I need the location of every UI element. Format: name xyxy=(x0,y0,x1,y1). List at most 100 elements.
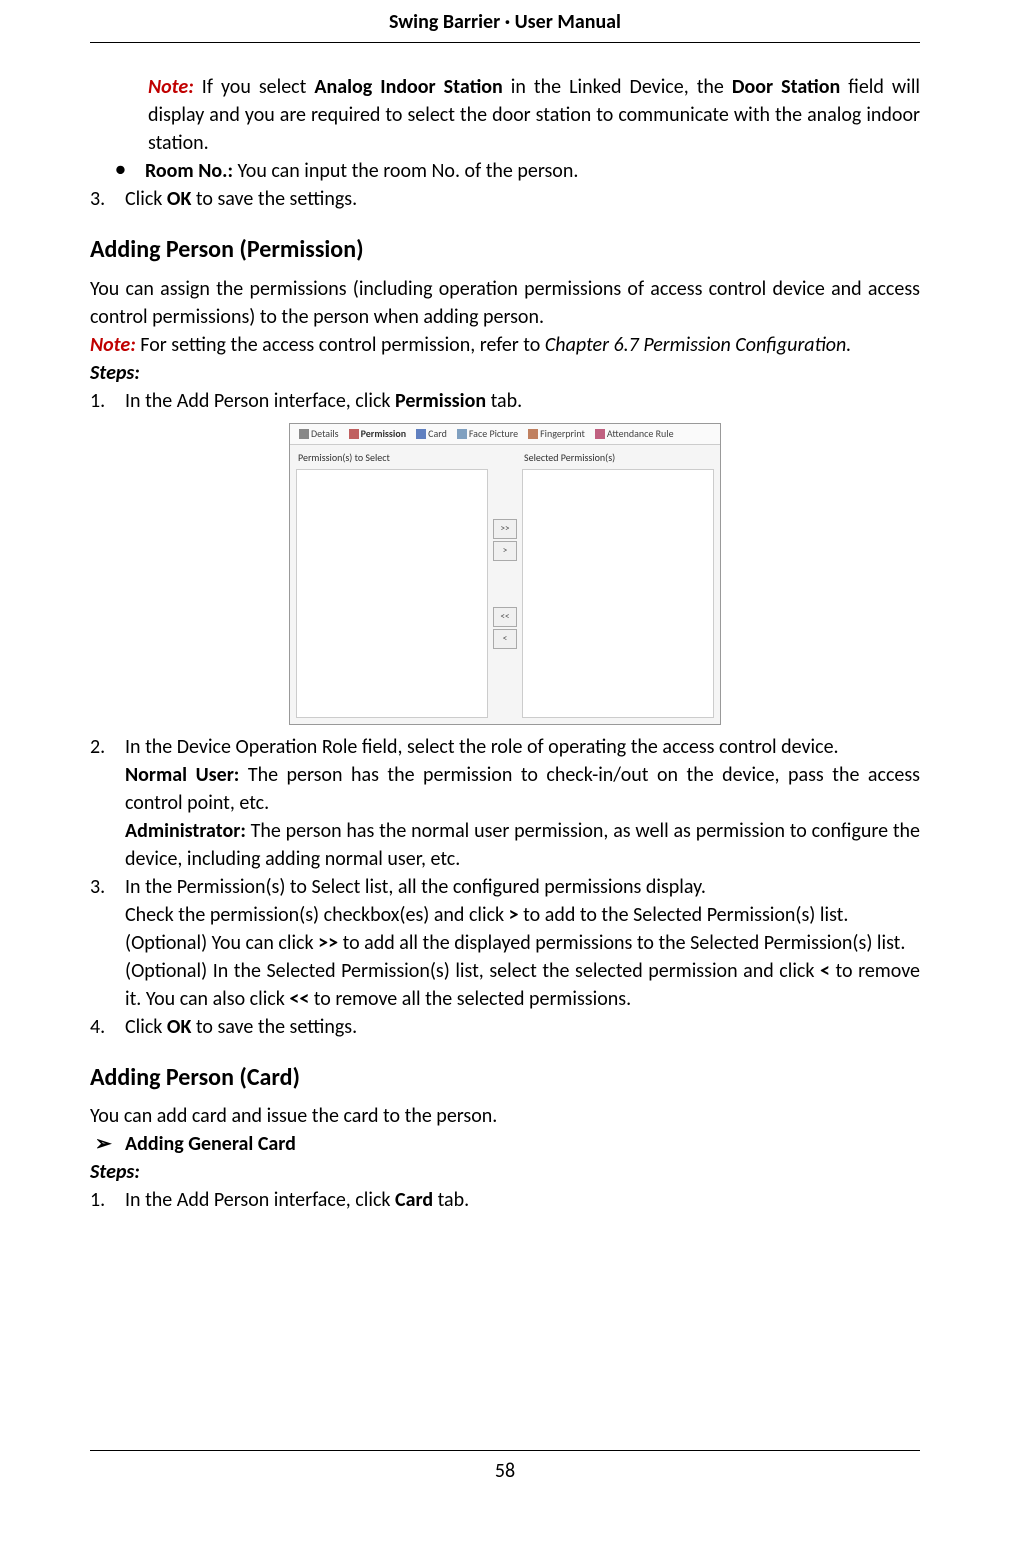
sub-heading-general-card: Adding General Card xyxy=(90,1130,920,1158)
tab-label: Face Picture xyxy=(469,427,518,441)
room-no-label: Room No.: xyxy=(145,159,233,183)
perm-step-3: 3. In the Permission(s) to Select list, … xyxy=(90,873,920,901)
ui-tabs: Details Permission Card Face Picture Fin… xyxy=(290,424,720,445)
card-intro: You can add card and issue the card to t… xyxy=(90,1102,920,1130)
tab-details[interactable]: Details xyxy=(294,427,344,441)
text: Check the permission(s) checkbox(es) and… xyxy=(125,903,509,927)
steps-label: Steps: xyxy=(90,359,920,387)
text: tab. xyxy=(433,1188,469,1212)
tab-permission[interactable]: Permission xyxy=(344,427,412,441)
steps-label: Steps: xyxy=(90,1158,920,1186)
perm-step-3-line4: (Optional) In the Selected Permission(s)… xyxy=(125,957,920,1013)
left-label: Permission(s) to Select xyxy=(294,449,490,467)
heading-card: Adding Person (Card) xyxy=(90,1061,920,1095)
text: to add to the Selected Permission(s) lis… xyxy=(519,903,849,927)
text: tab. xyxy=(486,389,522,413)
text: to remove all the selected permissions. xyxy=(309,987,631,1011)
move-all-left-button[interactable]: << xyxy=(493,607,517,627)
note-label: Note: xyxy=(90,333,136,357)
text-bold: < xyxy=(820,959,830,983)
text: In the Device Operation Role field, sele… xyxy=(125,735,839,759)
perm-note: Note: For setting the access control per… xyxy=(90,331,920,359)
step-number: 3. xyxy=(90,185,105,213)
face-icon xyxy=(457,429,467,439)
tab-fingerprint[interactable]: Fingerprint xyxy=(523,427,590,441)
tab-label: Card xyxy=(428,427,447,441)
step-number: 2. xyxy=(90,733,105,761)
permission-screenshot: Details Permission Card Face Picture Fin… xyxy=(289,423,721,725)
text: to add all the displayed permissions to … xyxy=(338,931,905,955)
text: Click xyxy=(125,1015,167,1039)
perm-step-2: 2. In the Device Operation Role field, s… xyxy=(90,733,920,761)
tab-label: Permission xyxy=(361,427,407,441)
text-bold: Card xyxy=(395,1188,433,1212)
selected-permissions-list[interactable] xyxy=(522,469,714,718)
text-bold: Analog Indoor Station xyxy=(314,75,502,99)
text-bold: << xyxy=(289,987,309,1011)
right-column: Selected Permission(s) xyxy=(520,449,716,720)
ui-body: Permission(s) to Select >> > << < Select… xyxy=(290,445,720,724)
text-bold: OK xyxy=(167,187,191,211)
page-header: Swing Barrier · User Manual xyxy=(90,0,920,43)
attendance-icon xyxy=(595,429,605,439)
move-right-group: >> > xyxy=(493,519,517,561)
tab-attendance[interactable]: Attendance Rule xyxy=(590,427,679,441)
card-step-1: 1. In the Add Person interface, click Ca… xyxy=(90,1186,920,1214)
step-number: 1. xyxy=(90,387,105,415)
transfer-buttons: >> > << < xyxy=(490,449,520,720)
perm-step-4: 4. Click OK to save the settings. xyxy=(90,1013,920,1041)
text: In the Add Person interface, click xyxy=(125,1188,395,1212)
move-right-button[interactable]: > xyxy=(493,541,517,561)
move-all-right-button[interactable]: >> xyxy=(493,519,517,539)
text: Click xyxy=(125,187,167,211)
details-icon xyxy=(299,429,309,439)
tab-label: Details xyxy=(311,427,339,441)
text: (Optional) In the Selected Permission(s)… xyxy=(125,959,820,983)
left-column: Permission(s) to Select xyxy=(294,449,490,720)
text-bold: Door Station xyxy=(732,75,840,99)
heading-permission: Adding Person (Permission) xyxy=(90,233,920,267)
text: The person has the permission to check-i… xyxy=(125,763,920,815)
text-bold: Permission xyxy=(395,389,486,413)
tab-card[interactable]: Card xyxy=(411,427,452,441)
text: (Optional) You can click xyxy=(125,931,318,955)
text: to save the settings. xyxy=(191,1015,357,1039)
right-label: Selected Permission(s) xyxy=(520,449,716,467)
permission-icon xyxy=(349,429,359,439)
step-3: 3. Click OK to save the settings. xyxy=(90,185,920,213)
card-icon xyxy=(416,429,426,439)
room-no-text: You can input the room No. of the person… xyxy=(233,159,578,183)
step-number: 4. xyxy=(90,1013,105,1041)
note-block: Note: If you select Analog Indoor Statio… xyxy=(148,73,920,157)
perm-step-3-line3: (Optional) You can click >> to add all t… xyxy=(125,929,920,957)
normal-user-desc: Normal User: The person has the permissi… xyxy=(125,761,920,817)
page: Swing Barrier · User Manual Note: If you… xyxy=(0,0,1010,1500)
step-number: 3. xyxy=(90,873,105,901)
text: In the Permission(s) to Select list, all… xyxy=(125,875,706,899)
text-bold: > xyxy=(509,903,519,927)
perm-intro: You can assign the permissions (includin… xyxy=(90,275,920,331)
page-footer: 58 xyxy=(90,1450,920,1485)
perm-step-3-line2: Check the permission(s) checkbox(es) and… xyxy=(125,901,920,929)
move-left-group: << < xyxy=(493,607,517,649)
tab-face[interactable]: Face Picture xyxy=(452,427,523,441)
text-bold: >> xyxy=(318,931,338,955)
step-number: 1. xyxy=(90,1186,105,1214)
perm-step-1: 1. In the Add Person interface, click Pe… xyxy=(90,387,920,415)
text: If you select xyxy=(194,75,315,99)
fingerprint-icon xyxy=(528,429,538,439)
text: in the Linked Device, the xyxy=(503,75,732,99)
tab-label: Attendance Rule xyxy=(607,427,674,441)
permissions-to-select-list[interactable] xyxy=(296,469,488,718)
text: In the Add Person interface, click xyxy=(125,389,395,413)
move-left-button[interactable]: < xyxy=(493,629,517,649)
text: to save the settings. xyxy=(191,187,357,211)
text-bold: OK xyxy=(167,1015,191,1039)
admin-desc: Administrator: The person has the normal… xyxy=(125,817,920,873)
page-number: 58 xyxy=(495,1459,515,1483)
tab-label: Fingerprint xyxy=(540,427,585,441)
admin-label: Administrator: xyxy=(125,819,246,843)
note-label: Note: xyxy=(148,75,194,99)
text: For setting the access control permissio… xyxy=(136,333,545,357)
bullet-room-no: Room No.: You can input the room No. of … xyxy=(120,157,920,185)
